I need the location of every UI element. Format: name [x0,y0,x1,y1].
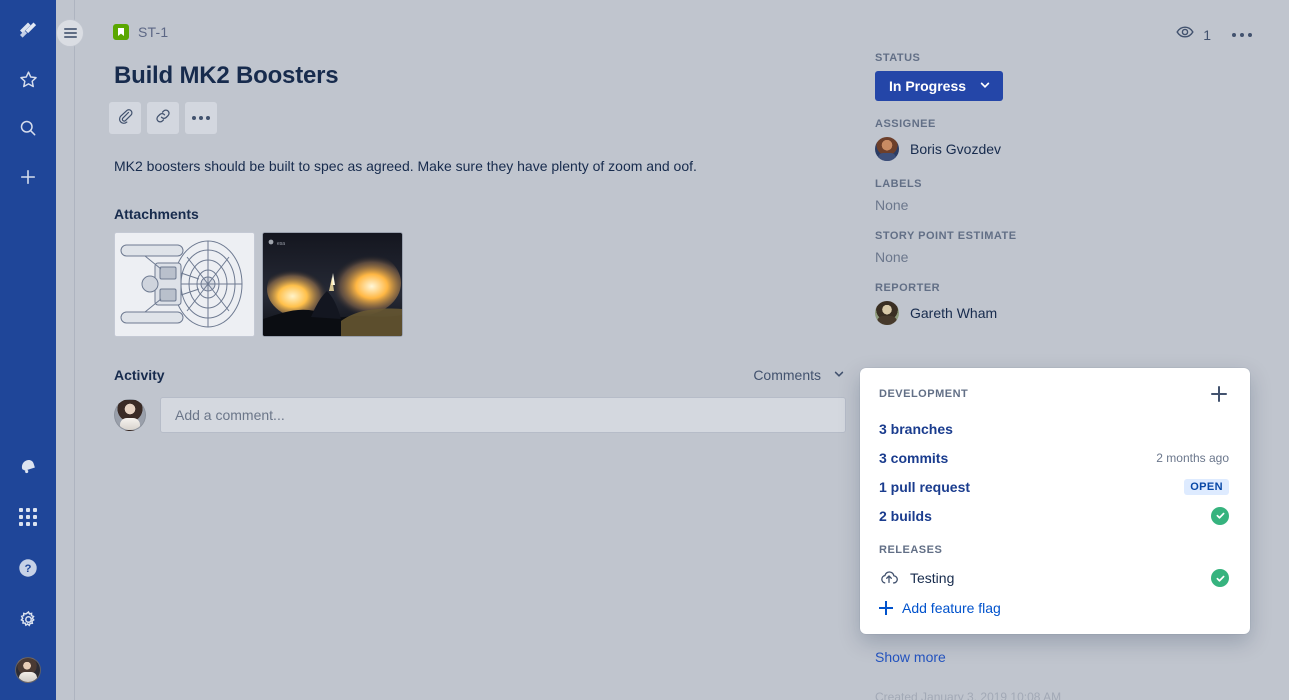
assignee-value-row[interactable]: Boris Gvozdev [875,137,1247,161]
chevron-down-icon [979,78,991,94]
add-feature-flag-label: Add feature flag [902,600,1001,616]
development-header: Development [879,384,1229,404]
cloud-upload-icon [879,569,901,587]
add-development-button[interactable] [1209,384,1229,404]
story-type-icon [113,24,129,40]
builds-label: 2 builds [879,507,932,524]
create-icon[interactable] [12,161,44,193]
issue-key: ST-1 [138,24,169,40]
watch-count: 1 [1203,26,1211,43]
status-label: Status [875,52,921,64]
activity-heading: Activity [114,367,165,383]
status-value: In Progress [889,78,967,94]
reporter-value-row[interactable]: Gareth Wham [875,301,1247,325]
issue-more-actions-button[interactable] [185,102,217,134]
activity-filter-label: Comments [753,367,821,383]
attachment-launch-photo[interactable]: esa [262,232,403,337]
eye-icon [1175,22,1195,47]
attachment-blueprint[interactable] [114,232,255,337]
dev-row-pull-request[interactable]: 1 pull request OPEN [879,472,1229,501]
dev-row-builds[interactable]: 2 builds [879,501,1229,530]
settings-icon[interactable] [12,603,44,635]
current-user-avatar [114,399,146,431]
svg-text:esa: esa [277,241,285,247]
paperclip-icon [116,107,134,130]
assignee-avatar [875,137,899,161]
search-icon[interactable] [12,112,44,144]
issue-details-panel: Status In Progress Assignee Boris Gvozde… [875,52,1247,342]
svg-text:?: ? [25,563,32,575]
link-icon [154,107,172,130]
starred-icon[interactable] [12,63,44,95]
notifications-icon[interactable] [12,450,44,482]
story-points-label: Story point estimate [875,230,1017,242]
development-heading: Development [879,388,969,400]
created-timestamp: Created January 3, 2019 10:08 AM [875,690,1062,700]
field-reporter: Reporter Gareth Wham [875,282,1247,325]
field-story-points: Story point estimate None [875,230,1247,265]
status-dropdown[interactable]: In Progress [875,71,1004,101]
development-panel: Development 3 branches 3 commits 2 month… [860,368,1250,634]
dev-row-branches[interactable]: 3 branches [879,414,1229,443]
header-actions: 1 [1175,18,1255,47]
jira-logo[interactable] [12,14,44,46]
profile-avatar[interactable] [12,654,44,686]
branches-label: 3 branches [879,420,953,437]
activity-filter-dropdown[interactable]: Comments [753,367,845,383]
dev-row-commits[interactable]: 3 commits 2 months ago [879,443,1229,472]
attach-button[interactable] [109,102,141,134]
issue-header-row: ST-1 1 [113,18,1255,47]
avatar [15,657,41,683]
pull-request-status-badge: OPEN [1184,478,1229,495]
field-assignee: Assignee Boris Gvozdev [875,118,1247,161]
help-icon[interactable]: ? [12,552,44,584]
story-points-value[interactable]: None [875,249,1247,265]
reporter-name: Gareth Wham [910,305,998,321]
watch-button[interactable]: 1 [1175,22,1211,47]
issue-more-menu-button[interactable] [1229,27,1255,43]
global-navigation: ? [0,0,56,700]
plus-icon [879,601,893,615]
builds-success-icon [1211,506,1229,525]
comment-input[interactable]: Add a comment... [160,397,846,433]
reporter-avatar [875,301,899,325]
activity-header: Activity Comments [114,367,845,383]
release-success-icon [1211,569,1229,587]
sidebar-toggle-button[interactable] [56,19,84,47]
add-feature-flag-button[interactable]: Add feature flag [879,600,1229,616]
link-issue-button[interactable] [147,102,179,134]
jira-issue-page: ? ST-1 1 Build MK2 Boosters MK2 boosters… [0,0,1289,700]
pull-request-label: 1 pull request [879,478,971,495]
release-name: Testing [910,570,955,586]
releases-heading: Releases [879,544,943,556]
labels-label: Labels [875,178,922,190]
show-more-button[interactable]: Show more [875,649,1247,665]
labels-value[interactable]: None [875,197,1247,213]
app-switcher-icon[interactable] [12,501,44,533]
details-footer: Show more [875,630,1247,665]
release-row-testing[interactable]: Testing [879,563,1229,593]
commits-timestamp: 2 months ago [1156,450,1229,465]
chevron-down-icon [833,367,845,383]
breadcrumb[interactable]: ST-1 [113,18,168,40]
commits-label: 3 commits [879,449,949,466]
field-status: Status In Progress [875,52,1247,101]
assignee-name: Boris Gvozdev [910,141,1002,157]
ellipsis-icon [192,116,210,120]
reporter-label: Reporter [875,282,941,294]
assignee-label: Assignee [875,118,936,130]
field-labels: Labels None [875,178,1247,213]
